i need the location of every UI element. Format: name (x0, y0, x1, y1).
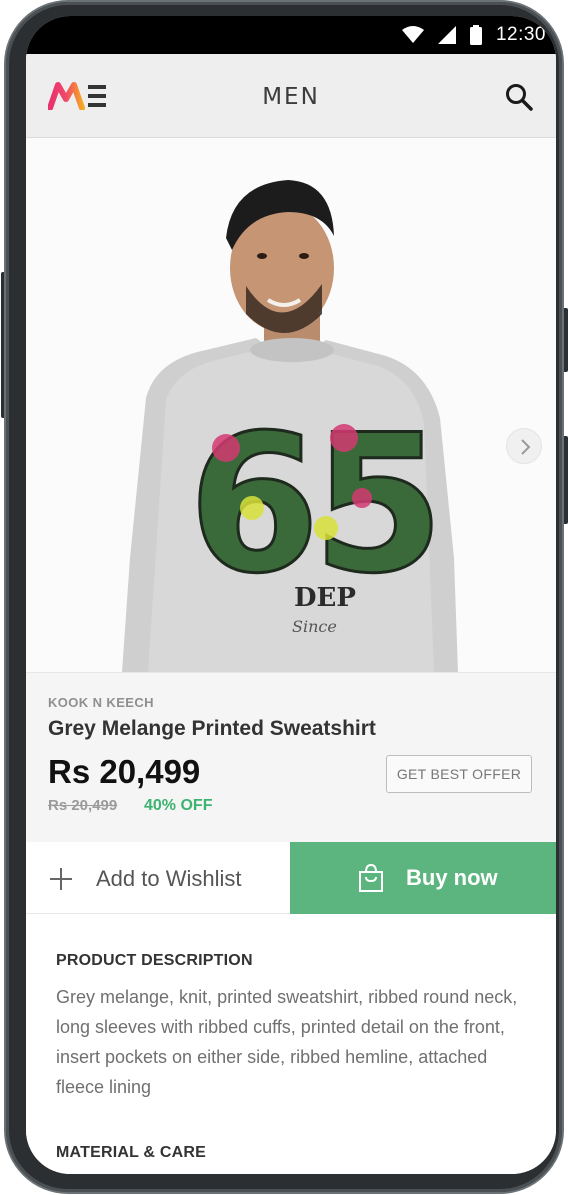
wifi-icon (401, 26, 424, 43)
shopping-bag-icon (359, 864, 383, 892)
print-65: 65 (188, 394, 436, 615)
buy-now-label: Buy now (406, 865, 498, 890)
material-care-heading[interactable]: MATERIAL & CARE (56, 1144, 206, 1162)
product-mrp: Rs 20,499 (48, 797, 118, 814)
phone-side-button (561, 436, 568, 524)
product-description-heading: PRODUCT DESCRIPTION (56, 952, 253, 969)
phone-frame: 12:30 MEN 65 DEP Since KOOK N KEECH Grey… (6, 2, 562, 1192)
product-photo: 65 DEP Since (26, 138, 556, 672)
battery-icon (469, 25, 482, 45)
discount-badge: 40% OFF (144, 797, 213, 814)
product-price: Rs 20,499 (48, 753, 201, 790)
status-bar: 12:30 (26, 16, 556, 54)
brand-name[interactable]: KOOK N KEECH (48, 695, 154, 710)
buy-now-button[interactable]: Buy now (290, 842, 556, 914)
status-time: 12:30 (495, 24, 546, 45)
search-icon[interactable] (504, 82, 534, 112)
product-image[interactable]: 65 DEP Since (26, 138, 556, 672)
screen: 12:30 MEN 65 DEP Since KOOK N KEECH Grey… (26, 16, 556, 1174)
page-title: MEN (262, 84, 320, 110)
chevron-right-icon (521, 439, 531, 455)
add-to-wishlist-button[interactable]: Add to Wishlist (26, 842, 290, 914)
plus-icon (50, 868, 72, 890)
svg-text:Since: Since (292, 617, 337, 636)
svg-text:DEP: DEP (294, 583, 356, 613)
product-description-text: Grey melange, knit, printed sweatshirt, … (56, 987, 518, 1097)
wishlist-label: Add to Wishlist (96, 866, 242, 891)
signal-icon (437, 26, 456, 44)
action-bar: Add to Wishlist Buy now (26, 842, 556, 914)
app-bar: MEN (26, 54, 556, 138)
next-image-button[interactable] (506, 428, 542, 464)
phone-side-button (561, 308, 568, 372)
product-description-section: PRODUCT DESCRIPTION Grey melange, knit, … (26, 914, 556, 1174)
product-info: KOOK N KEECH Grey Melange Printed Sweats… (26, 672, 556, 842)
product-name: Grey Melange Printed Sweatshirt (48, 717, 376, 740)
get-best-offer-button[interactable]: GET BEST OFFER (386, 755, 532, 793)
